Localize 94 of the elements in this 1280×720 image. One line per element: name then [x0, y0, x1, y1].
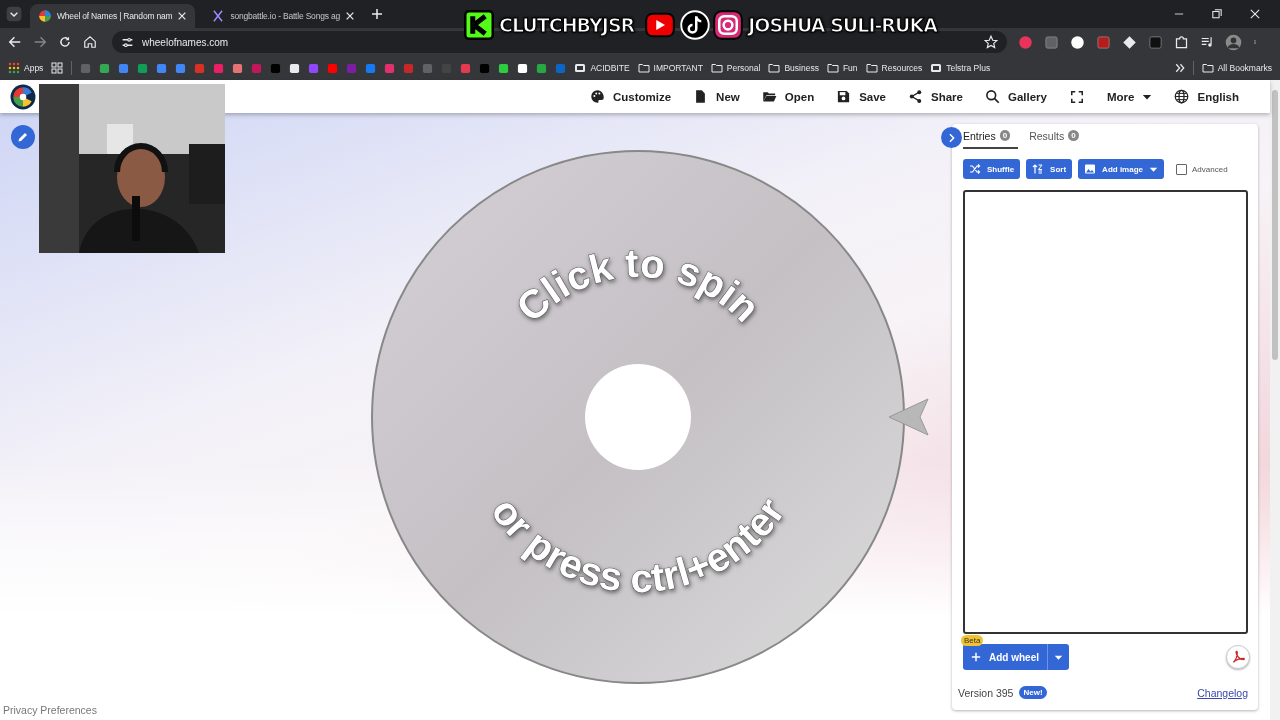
checkbox[interactable] [1176, 163, 1187, 175]
pdf-icon [1230, 649, 1246, 665]
site-info-icon[interactable] [121, 35, 134, 49]
toolbar-button[interactable]: Share [897, 80, 974, 113]
media-icon[interactable] [1200, 35, 1214, 49]
checkbox-label: Advanced [1192, 164, 1228, 174]
folder-icon [865, 62, 878, 74]
forward-icon [33, 35, 47, 49]
play-logo-icon [643, 10, 678, 40]
star-icon[interactable] [984, 35, 998, 49]
dropdown-button[interactable] [1047, 644, 1069, 670]
close-icon[interactable] [1250, 9, 1260, 19]
home-icon[interactable] [83, 35, 97, 49]
bookmark[interactable]: Apps [8, 62, 44, 74]
site-icon [574, 62, 587, 74]
bookmark-icon[interactable] [289, 62, 301, 74]
tab-title: songbattle.io - Battle Songs ag [230, 11, 340, 21]
palette-icon [589, 89, 605, 104]
pdf-button[interactable] [1226, 645, 1250, 669]
tab-search-icon[interactable] [6, 6, 22, 22]
toolbar-button[interactable]: Open [750, 80, 826, 113]
toolbar-button[interactable]: Gallery [974, 80, 1058, 113]
globe-icon [1174, 89, 1190, 104]
app-launcher-icon[interactable] [51, 62, 64, 74]
search-icon [985, 89, 1000, 104]
wheel-prompt: Click to spin [507, 240, 769, 330]
bookmark[interactable]: Resources [865, 62, 923, 74]
url-text: wheelofnames.com [142, 36, 229, 48]
toolbar-button[interactable]: More [1096, 80, 1164, 113]
bookmark[interactable]: ACIDBITE [574, 62, 630, 74]
bookmark[interactable]: Business [768, 62, 819, 74]
beta-badge: Beta [961, 635, 984, 646]
toolbar-button[interactable]: Customize [578, 80, 683, 113]
folder-icon [826, 62, 839, 74]
site-icon [930, 62, 943, 74]
toolbar-button[interactable]: Save [825, 80, 897, 113]
tab-title: Wheel of Names | Random nam [57, 11, 173, 21]
share-icon [908, 89, 923, 104]
privacy-link[interactable]: Privacy Preferences [3, 704, 97, 716]
count-badge: 0 [999, 130, 1011, 141]
action-button[interactable]: Add image [1078, 159, 1164, 179]
toolbar-button[interactable]: English [1163, 80, 1250, 113]
folder-icon [637, 62, 650, 74]
spin-wheel[interactable] [371, 150, 905, 684]
wheel-logo-icon[interactable] [10, 83, 36, 110]
add-wheel-button[interactable]: Add wheel [963, 644, 1047, 670]
action-button[interactable]: Shuffle [963, 159, 1021, 179]
sort-icon [1032, 163, 1045, 175]
bookmark[interactable]: Fun [826, 62, 858, 74]
bookmark-icon[interactable] [517, 62, 529, 74]
bookmark-icon[interactable] [498, 62, 510, 74]
browser-tab[interactable]: Wheel of Names | Random nam [30, 4, 196, 28]
camera-logo-icon [713, 10, 744, 40]
wheel-favicon-icon [38, 9, 52, 23]
pencil-icon [17, 131, 29, 143]
folder-icon [1201, 62, 1214, 74]
extension-icon[interactable] [1174, 34, 1189, 50]
image-icon [1084, 163, 1097, 175]
folder-icon [768, 62, 781, 74]
restore-icon[interactable] [1212, 9, 1222, 19]
collapse-button[interactable] [941, 127, 962, 148]
panel-tab[interactable]: Entries 0 [963, 124, 1019, 149]
browser-tab[interactable]: songbattle.io - Battle Songs ag [203, 4, 363, 28]
folder-icon [710, 62, 723, 74]
action-button[interactable]: Sort [1026, 159, 1073, 179]
bookmark[interactable]: All Bookmarks [1201, 62, 1272, 74]
profile-avatar-icon[interactable] [1225, 33, 1242, 51]
toolbar-button[interactable]: New [682, 80, 751, 113]
bookmark[interactable]: Personal [710, 62, 761, 74]
entries-field[interactable] [963, 190, 1248, 634]
back-icon[interactable] [8, 35, 22, 49]
reload-icon[interactable] [58, 35, 72, 49]
plus-icon [971, 652, 981, 662]
extension-icon[interactable] [1122, 34, 1137, 50]
k-logo-icon [464, 10, 494, 40]
fullscreen-icon [1070, 89, 1084, 104]
note-logo-icon [680, 10, 711, 40]
changelog-link[interactable]: Changelog [1197, 686, 1248, 699]
shuffle-icon [969, 163, 981, 175]
count-badge: 0 [1068, 130, 1079, 141]
new-badge: New! [1019, 686, 1047, 699]
scrollbar[interactable] [1270, 80, 1280, 720]
apps-grid-icon [8, 62, 20, 74]
panel-tab[interactable]: Results 0 [1029, 124, 1090, 149]
version-text: Version 395 [958, 686, 1014, 699]
bookmark[interactable]: IMPORTANT [637, 62, 703, 74]
bookmark[interactable]: Telstra Plus [930, 62, 991, 74]
more-bookmarks-icon[interactable] [1174, 63, 1185, 73]
new-tab-icon[interactable] [370, 8, 383, 20]
folder-icon [761, 89, 777, 104]
extension-icon[interactable] [1070, 34, 1085, 50]
close-icon[interactable] [177, 11, 188, 21]
pointer-icon [888, 398, 929, 436]
close-icon[interactable] [344, 11, 355, 21]
